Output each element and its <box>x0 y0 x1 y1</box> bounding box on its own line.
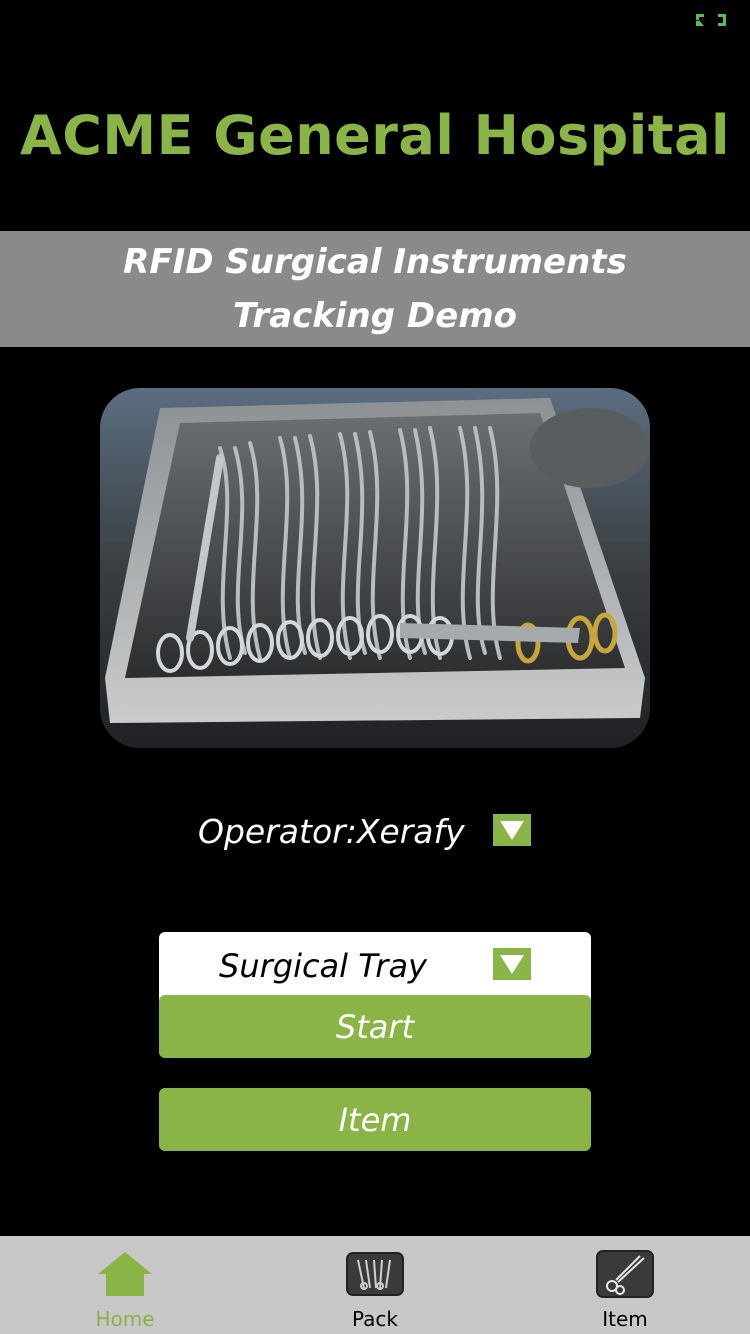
tab-pack-label: Pack <box>352 1307 398 1331</box>
subtitle-line-1: RFID Surgical Instruments <box>123 242 627 282</box>
pack-icon <box>346 1250 404 1298</box>
item-icon <box>596 1250 654 1298</box>
tab-item[interactable]: Item <box>500 1236 750 1334</box>
start-button[interactable]: Start <box>159 995 591 1058</box>
fullscreen-icon[interactable] <box>694 12 728 28</box>
tray-dropdown-icon[interactable] <box>493 948 531 980</box>
operator-label: Operator:Xerafy <box>198 812 465 851</box>
home-icon <box>96 1250 154 1298</box>
tab-home-label: Home <box>95 1307 155 1331</box>
tray-select[interactable]: Surgical Tray <box>159 932 591 1002</box>
surgical-tray-photo <box>100 388 650 748</box>
subtitle-line-2: Tracking Demo <box>232 296 518 336</box>
item-button[interactable]: Item <box>159 1088 591 1151</box>
tray-select-value: Surgical Tray <box>219 947 427 985</box>
tab-pack[interactable]: Pack <box>250 1236 500 1334</box>
tab-home[interactable]: Home <box>0 1236 250 1334</box>
tab-item-label: Item <box>602 1307 648 1331</box>
page-title: ACME General Hospital <box>19 104 731 167</box>
operator-dropdown-icon[interactable] <box>493 814 531 846</box>
subtitle-band: RFID Surgical Instruments Tracking Demo <box>0 231 750 347</box>
operator-selector[interactable]: Operator:Xerafy <box>0 808 750 856</box>
tab-bar: Home Pack Item <box>0 1236 750 1334</box>
